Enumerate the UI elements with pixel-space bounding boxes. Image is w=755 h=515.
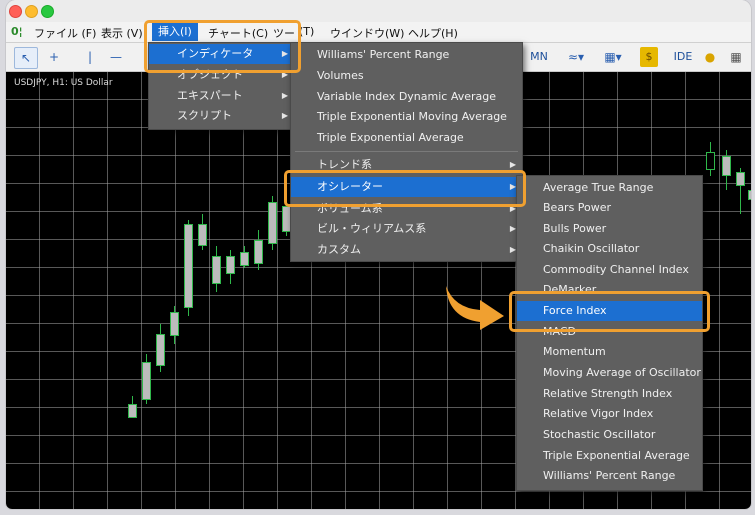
oscillator-item[interactable]: Stochastic Oscillator — [517, 425, 702, 445]
indicator-item[interactable]: Williams' Percent Range — [291, 45, 522, 65]
menu-window[interactable]: ウインドウ(W) — [330, 25, 404, 41]
candle-body — [736, 172, 745, 186]
highlight-force-index — [509, 291, 710, 332]
oscillator-item[interactable]: Relative Strength Index — [517, 384, 702, 404]
cursor-tool-icon[interactable]: ↖ — [14, 47, 38, 69]
candle-body — [240, 252, 249, 266]
oscillator-item[interactable]: Relative Vigor Index — [517, 404, 702, 424]
chart-symbol-label: USDJPY, H1: US Dollar — [14, 78, 113, 88]
title-bar — [6, 0, 751, 22]
indicator-item[interactable]: Triple Exponential Moving Average — [291, 107, 522, 127]
candle-body — [254, 240, 263, 264]
indicator-group-bill-williams[interactable]: ビル・ウィリアムス系 ▶ — [291, 219, 522, 239]
candle-body — [226, 256, 235, 274]
template-icon[interactable]: ▦▾ — [598, 47, 628, 67]
insert-menu-experts[interactable]: エキスパート ▶ — [149, 86, 294, 106]
candle-body — [722, 156, 731, 176]
ide-button[interactable]: IDE — [670, 47, 696, 67]
oscillator-item[interactable]: Triple Exponential Average — [517, 446, 702, 466]
lock-icon[interactable]: ● — [702, 47, 718, 67]
candle-body — [706, 152, 715, 170]
candle-body — [212, 256, 221, 284]
dollar-icon[interactable]: $ — [640, 47, 658, 67]
candle-body — [748, 190, 751, 200]
minimize-window-button[interactable] — [25, 5, 38, 18]
candle-body — [142, 362, 151, 400]
horizontal-line-icon[interactable]: — — [106, 47, 126, 67]
oscillator-item[interactable]: Bulls Power — [517, 219, 702, 239]
pointer-arrow-icon — [446, 286, 504, 330]
menu-help[interactable]: ヘルプ(H) — [408, 25, 458, 41]
oscillator-item[interactable]: Average True Range — [517, 178, 702, 198]
close-window-button[interactable] — [9, 5, 22, 18]
oscillator-item[interactable]: Moving Average of Oscillator — [517, 363, 702, 383]
menu-tools-suffix[interactable]: (T) — [299, 25, 314, 38]
chevron-right-icon: ▶ — [281, 91, 288, 100]
candle-body — [268, 202, 277, 244]
indicator-item[interactable]: Triple Exponential Average — [291, 128, 522, 148]
indicators-menu: Williams' Percent Range Volumes Variable… — [290, 42, 523, 262]
candle-body — [198, 224, 207, 246]
candle-body — [128, 404, 137, 418]
oscillator-item[interactable]: Williams' Percent Range — [517, 466, 702, 486]
app-logo-icon: 0¦ — [11, 25, 23, 38]
timeframe-mn-button[interactable]: MN — [526, 47, 552, 67]
highlight-oscillators — [284, 170, 526, 207]
more-icon[interactable]: ▦ — [728, 47, 744, 67]
chart-type-icon[interactable]: ≈▾ — [562, 47, 590, 67]
chevron-right-icon: ▶ — [281, 111, 288, 120]
vertical-line-icon[interactable]: | — [80, 47, 100, 67]
candle-body — [184, 224, 193, 308]
menu-bar: 0¦ ファイル (F) 表示 (V) 挿入(I) チャート(C) ツー (T) … — [6, 22, 751, 43]
candle-body — [156, 334, 165, 366]
indicator-group-custom[interactable]: カスタム ▶ — [291, 240, 522, 260]
mt4-window: 0¦ ファイル (F) 表示 (V) 挿入(I) チャート(C) ツー (T) … — [6, 0, 751, 509]
oscillator-item[interactable]: Chaikin Oscillator — [517, 239, 702, 259]
menu-separator — [295, 151, 518, 152]
indicator-item[interactable]: Variable Index Dynamic Average — [291, 87, 522, 107]
zoom-window-button[interactable] — [41, 5, 54, 18]
oscillator-item[interactable]: Bears Power — [517, 198, 702, 218]
highlight-insert-indicators — [144, 20, 301, 73]
menu-file[interactable]: ファイル (F) — [34, 25, 96, 41]
candle-body — [170, 312, 179, 336]
menu-view[interactable]: 表示 (V) — [101, 25, 143, 41]
indicator-item[interactable]: Volumes — [291, 66, 522, 86]
oscillator-item[interactable]: Momentum — [517, 342, 702, 362]
insert-menu-scripts[interactable]: スクリプト ▶ — [149, 106, 294, 126]
crosshair-tool-icon[interactable]: + — [44, 47, 64, 67]
oscillator-menu: Average True Range Bears Power Bulls Pow… — [516, 175, 703, 491]
oscillator-item[interactable]: Commodity Channel Index — [517, 260, 702, 280]
